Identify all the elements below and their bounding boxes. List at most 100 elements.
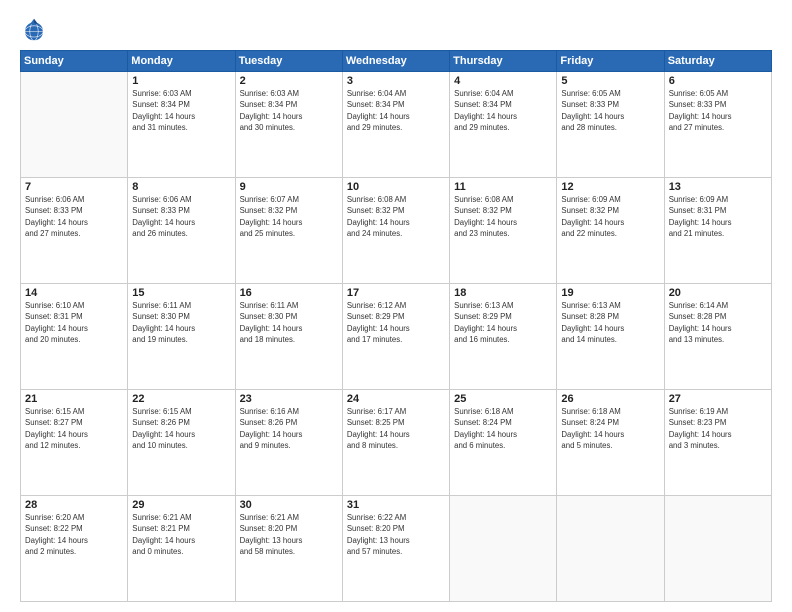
calendar-cell: 12Sunrise: 6:09 AM Sunset: 8:32 PM Dayli… xyxy=(557,178,664,284)
day-info: Sunrise: 6:22 AM Sunset: 8:20 PM Dayligh… xyxy=(347,512,445,557)
calendar-cell: 29Sunrise: 6:21 AM Sunset: 8:21 PM Dayli… xyxy=(128,496,235,602)
day-number: 16 xyxy=(240,287,338,299)
day-number: 8 xyxy=(132,181,230,193)
calendar-cell: 15Sunrise: 6:11 AM Sunset: 8:30 PM Dayli… xyxy=(128,284,235,390)
calendar-cell: 3Sunrise: 6:04 AM Sunset: 8:34 PM Daylig… xyxy=(342,72,449,178)
day-number: 4 xyxy=(454,75,552,87)
calendar-cell: 9Sunrise: 6:07 AM Sunset: 8:32 PM Daylig… xyxy=(235,178,342,284)
page: SundayMondayTuesdayWednesdayThursdayFrid… xyxy=(0,0,792,612)
calendar-cell: 1Sunrise: 6:03 AM Sunset: 8:34 PM Daylig… xyxy=(128,72,235,178)
calendar-header-saturday: Saturday xyxy=(664,51,771,72)
day-number: 20 xyxy=(669,287,767,299)
day-number: 14 xyxy=(25,287,123,299)
day-number: 27 xyxy=(669,393,767,405)
calendar-header-thursday: Thursday xyxy=(450,51,557,72)
calendar-cell: 18Sunrise: 6:13 AM Sunset: 8:29 PM Dayli… xyxy=(450,284,557,390)
calendar-cell xyxy=(557,496,664,602)
day-info: Sunrise: 6:21 AM Sunset: 8:21 PM Dayligh… xyxy=(132,512,230,557)
day-number: 7 xyxy=(25,181,123,193)
day-number: 13 xyxy=(669,181,767,193)
day-info: Sunrise: 6:11 AM Sunset: 8:30 PM Dayligh… xyxy=(132,300,230,345)
calendar-cell: 8Sunrise: 6:06 AM Sunset: 8:33 PM Daylig… xyxy=(128,178,235,284)
day-info: Sunrise: 6:12 AM Sunset: 8:29 PM Dayligh… xyxy=(347,300,445,345)
day-info: Sunrise: 6:05 AM Sunset: 8:33 PM Dayligh… xyxy=(561,88,659,133)
calendar-cell: 7Sunrise: 6:06 AM Sunset: 8:33 PM Daylig… xyxy=(21,178,128,284)
day-info: Sunrise: 6:03 AM Sunset: 8:34 PM Dayligh… xyxy=(240,88,338,133)
day-number: 19 xyxy=(561,287,659,299)
calendar-cell xyxy=(21,72,128,178)
calendar-cell: 5Sunrise: 6:05 AM Sunset: 8:33 PM Daylig… xyxy=(557,72,664,178)
calendar-cell: 22Sunrise: 6:15 AM Sunset: 8:26 PM Dayli… xyxy=(128,390,235,496)
day-info: Sunrise: 6:04 AM Sunset: 8:34 PM Dayligh… xyxy=(454,88,552,133)
day-info: Sunrise: 6:19 AM Sunset: 8:23 PM Dayligh… xyxy=(669,406,767,451)
calendar-cell: 20Sunrise: 6:14 AM Sunset: 8:28 PM Dayli… xyxy=(664,284,771,390)
day-info: Sunrise: 6:13 AM Sunset: 8:29 PM Dayligh… xyxy=(454,300,552,345)
day-info: Sunrise: 6:18 AM Sunset: 8:24 PM Dayligh… xyxy=(454,406,552,451)
calendar-week-row: 21Sunrise: 6:15 AM Sunset: 8:27 PM Dayli… xyxy=(21,390,772,496)
day-info: Sunrise: 6:08 AM Sunset: 8:32 PM Dayligh… xyxy=(347,194,445,239)
day-number: 21 xyxy=(25,393,123,405)
day-number: 10 xyxy=(347,181,445,193)
day-info: Sunrise: 6:06 AM Sunset: 8:33 PM Dayligh… xyxy=(25,194,123,239)
calendar-cell: 14Sunrise: 6:10 AM Sunset: 8:31 PM Dayli… xyxy=(21,284,128,390)
calendar-cell: 17Sunrise: 6:12 AM Sunset: 8:29 PM Dayli… xyxy=(342,284,449,390)
day-number: 11 xyxy=(454,181,552,193)
calendar-cell: 26Sunrise: 6:18 AM Sunset: 8:24 PM Dayli… xyxy=(557,390,664,496)
day-number: 25 xyxy=(454,393,552,405)
day-info: Sunrise: 6:18 AM Sunset: 8:24 PM Dayligh… xyxy=(561,406,659,451)
calendar-cell: 4Sunrise: 6:04 AM Sunset: 8:34 PM Daylig… xyxy=(450,72,557,178)
calendar-cell: 16Sunrise: 6:11 AM Sunset: 8:30 PM Dayli… xyxy=(235,284,342,390)
day-info: Sunrise: 6:17 AM Sunset: 8:25 PM Dayligh… xyxy=(347,406,445,451)
calendar-cell: 10Sunrise: 6:08 AM Sunset: 8:32 PM Dayli… xyxy=(342,178,449,284)
day-number: 1 xyxy=(132,75,230,87)
calendar-week-row: 28Sunrise: 6:20 AM Sunset: 8:22 PM Dayli… xyxy=(21,496,772,602)
calendar-cell: 31Sunrise: 6:22 AM Sunset: 8:20 PM Dayli… xyxy=(342,496,449,602)
day-info: Sunrise: 6:05 AM Sunset: 8:33 PM Dayligh… xyxy=(669,88,767,133)
day-info: Sunrise: 6:21 AM Sunset: 8:20 PM Dayligh… xyxy=(240,512,338,557)
header xyxy=(20,16,772,44)
day-info: Sunrise: 6:15 AM Sunset: 8:27 PM Dayligh… xyxy=(25,406,123,451)
day-number: 12 xyxy=(561,181,659,193)
day-number: 30 xyxy=(240,499,338,511)
calendar-cell: 19Sunrise: 6:13 AM Sunset: 8:28 PM Dayli… xyxy=(557,284,664,390)
calendar-header-row: SundayMondayTuesdayWednesdayThursdayFrid… xyxy=(21,51,772,72)
day-info: Sunrise: 6:14 AM Sunset: 8:28 PM Dayligh… xyxy=(669,300,767,345)
calendar-cell: 11Sunrise: 6:08 AM Sunset: 8:32 PM Dayli… xyxy=(450,178,557,284)
calendar-header-sunday: Sunday xyxy=(21,51,128,72)
day-number: 29 xyxy=(132,499,230,511)
day-number: 28 xyxy=(25,499,123,511)
day-info: Sunrise: 6:16 AM Sunset: 8:26 PM Dayligh… xyxy=(240,406,338,451)
calendar-header-monday: Monday xyxy=(128,51,235,72)
calendar-header-wednesday: Wednesday xyxy=(342,51,449,72)
day-info: Sunrise: 6:03 AM Sunset: 8:34 PM Dayligh… xyxy=(132,88,230,133)
calendar-cell: 6Sunrise: 6:05 AM Sunset: 8:33 PM Daylig… xyxy=(664,72,771,178)
day-info: Sunrise: 6:09 AM Sunset: 8:32 PM Dayligh… xyxy=(561,194,659,239)
logo xyxy=(20,16,52,44)
day-number: 2 xyxy=(240,75,338,87)
day-number: 15 xyxy=(132,287,230,299)
day-number: 17 xyxy=(347,287,445,299)
day-info: Sunrise: 6:04 AM Sunset: 8:34 PM Dayligh… xyxy=(347,88,445,133)
day-number: 23 xyxy=(240,393,338,405)
calendar-week-row: 14Sunrise: 6:10 AM Sunset: 8:31 PM Dayli… xyxy=(21,284,772,390)
day-info: Sunrise: 6:10 AM Sunset: 8:31 PM Dayligh… xyxy=(25,300,123,345)
calendar-cell: 27Sunrise: 6:19 AM Sunset: 8:23 PM Dayli… xyxy=(664,390,771,496)
calendar-cell xyxy=(664,496,771,602)
calendar-cell: 2Sunrise: 6:03 AM Sunset: 8:34 PM Daylig… xyxy=(235,72,342,178)
calendar-cell: 23Sunrise: 6:16 AM Sunset: 8:26 PM Dayli… xyxy=(235,390,342,496)
day-number: 5 xyxy=(561,75,659,87)
day-number: 18 xyxy=(454,287,552,299)
day-info: Sunrise: 6:15 AM Sunset: 8:26 PM Dayligh… xyxy=(132,406,230,451)
logo-icon xyxy=(20,16,48,44)
day-info: Sunrise: 6:09 AM Sunset: 8:31 PM Dayligh… xyxy=(669,194,767,239)
day-info: Sunrise: 6:11 AM Sunset: 8:30 PM Dayligh… xyxy=(240,300,338,345)
calendar-cell xyxy=(450,496,557,602)
calendar-cell: 24Sunrise: 6:17 AM Sunset: 8:25 PM Dayli… xyxy=(342,390,449,496)
day-number: 31 xyxy=(347,499,445,511)
day-info: Sunrise: 6:13 AM Sunset: 8:28 PM Dayligh… xyxy=(561,300,659,345)
calendar-header-friday: Friday xyxy=(557,51,664,72)
day-number: 26 xyxy=(561,393,659,405)
calendar-cell: 25Sunrise: 6:18 AM Sunset: 8:24 PM Dayli… xyxy=(450,390,557,496)
calendar-cell: 28Sunrise: 6:20 AM Sunset: 8:22 PM Dayli… xyxy=(21,496,128,602)
day-number: 3 xyxy=(347,75,445,87)
